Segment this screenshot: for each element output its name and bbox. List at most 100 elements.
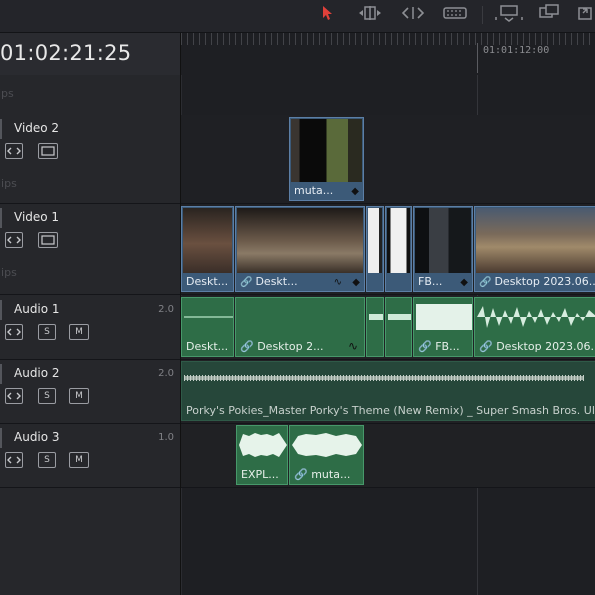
keyframe-diamond-icon: ◆	[351, 186, 359, 197]
link-icon: 🔗	[479, 340, 497, 353]
track-name[interactable]: Audio 1	[14, 302, 60, 316]
audio-clip[interactable]	[385, 297, 412, 357]
clip-thumbnail	[476, 208, 595, 273]
blade-icon[interactable]	[440, 0, 470, 26]
track-header-audio2[interactable]: Audio 2 2.0 S M	[0, 360, 180, 424]
track-marker	[0, 364, 2, 384]
clip-thumbnail	[291, 119, 362, 182]
audio-waveform	[369, 314, 383, 320]
trim-edit-icon[interactable]	[354, 0, 386, 26]
video-clip[interactable]	[385, 206, 412, 292]
track-header-video1[interactable]: Video 1 lips	[0, 204, 180, 295]
empty-track-label: lips	[0, 177, 17, 190]
track-header-audio1[interactable]: Audio 1 2.0 S M	[0, 296, 180, 360]
audio-clip[interactable]: 🔗 Desktop 2... ∿	[235, 297, 365, 357]
toolbar-divider	[482, 6, 483, 24]
clip-label: 🔗 muta...	[294, 468, 351, 481]
clip-label: 🔗 FB...	[418, 340, 460, 353]
video-clip[interactable]: 🔗 Deskt... ∿ ◆	[235, 206, 365, 292]
clip-label: 🔗 Desktop 2...	[240, 340, 324, 353]
dynamic-trim-icon[interactable]	[398, 0, 428, 26]
ruler-ticks	[181, 33, 595, 45]
audio-waveform	[184, 375, 584, 381]
track-level: 1.0	[158, 432, 174, 443]
video-clip[interactable]: Deskt...	[181, 206, 234, 292]
track-header-audio3[interactable]: Audio 3 1.0 S M	[0, 424, 180, 488]
audio-clip[interactable]	[366, 297, 384, 357]
video-clip[interactable]: muta... ◆	[289, 117, 364, 201]
track-name[interactable]: Audio 3	[14, 430, 60, 444]
track-lock-icon[interactable]	[5, 143, 23, 159]
track-lock-icon[interactable]	[5, 388, 23, 404]
track-lock-icon[interactable]	[5, 452, 23, 468]
empty-track-label: ips	[0, 87, 14, 100]
link-icon: 🔗	[240, 277, 253, 288]
empty-track-label: lips	[0, 266, 17, 279]
lane-video2[interactable]	[181, 115, 595, 204]
ruler-time-label: 01:01:12:00	[483, 45, 550, 56]
keyframe-diamond-icon: ◆	[460, 277, 468, 288]
track-name-row: Audio 3 1.0	[0, 424, 180, 452]
audio-clip[interactable]: 🔗 Desktop 2023.06...	[474, 297, 595, 357]
ruler-major-tick	[477, 43, 478, 73]
track-video-enable-icon[interactable]	[38, 143, 58, 159]
mute-button[interactable]: M	[69, 324, 89, 340]
track-name-row: Audio 2 2.0	[0, 360, 180, 388]
timecode-display[interactable]: 01:02:21:25	[0, 41, 131, 65]
replace-clip-icon[interactable]	[572, 0, 595, 26]
track-header-video2[interactable]: Video 2 lips	[0, 115, 180, 204]
timeline-toolbar	[0, 0, 595, 33]
mute-button[interactable]: M	[69, 388, 89, 404]
clip-thumbnail	[183, 208, 232, 273]
audio-clip[interactable]: 🔗 muta...	[289, 425, 364, 485]
clip-thumbnail	[237, 208, 363, 273]
track-name-row: Audio 1 2.0	[0, 296, 180, 324]
link-icon: 🔗	[240, 340, 258, 353]
insert-clip-icon[interactable]	[492, 0, 526, 26]
solo-button[interactable]: S	[38, 452, 56, 468]
audio-clip[interactable]: Porky's Pokies_Master Porky's Theme (New…	[181, 361, 595, 421]
link-icon: 🔗	[418, 340, 436, 353]
clip-label: 🔗 Deskt...	[240, 275, 298, 288]
timecode-panel: 01:02:21:25	[0, 33, 181, 75]
audio-clip[interactable]: Deskt...	[181, 297, 234, 357]
audio-waveform	[184, 316, 233, 318]
track-name-row: Video 2	[0, 115, 180, 143]
track-controls: S M	[0, 388, 180, 410]
clip-label: FB...	[418, 275, 443, 288]
timeline-ruler[interactable]: 01:01:12:00	[181, 33, 595, 76]
audio-clip[interactable]: 🔗 FB...	[413, 297, 473, 357]
audio-waveform	[388, 314, 411, 320]
video-clip[interactable]: FB... ◆	[413, 206, 473, 292]
track-controls	[0, 232, 180, 254]
clip-label: Deskt...	[186, 275, 229, 288]
track-marker	[0, 428, 2, 448]
audio-clip[interactable]: EXPL...	[236, 425, 288, 485]
track-lock-icon[interactable]	[5, 324, 23, 340]
clip-label: 🔗 Desktop 2023.06...	[479, 275, 595, 288]
track-name[interactable]: Video 2	[14, 121, 59, 135]
overwrite-clip-icon[interactable]	[536, 0, 562, 26]
audio-waveform	[292, 433, 362, 457]
video-clip[interactable]	[366, 206, 384, 292]
timeline-area[interactable]: muta... ◆ Deskt... 🔗 Deskt... ∿ ◆ FB... ◆…	[181, 75, 595, 595]
video-clip[interactable]: 🔗 Desktop 2023.06...	[474, 206, 595, 292]
curve-icon: ∿	[333, 277, 342, 288]
track-lock-icon[interactable]	[5, 232, 23, 248]
solo-button[interactable]: S	[38, 324, 56, 340]
mute-button[interactable]: M	[69, 452, 89, 468]
clip-label: muta...	[294, 184, 334, 197]
audio-waveform	[477, 306, 595, 328]
keyframe-diamond-icon: ◆	[352, 277, 360, 288]
track-name[interactable]: Audio 2	[14, 366, 60, 380]
track-video-enable-icon[interactable]	[38, 232, 58, 248]
select-pointer-icon[interactable]	[318, 0, 336, 26]
track-level: 2.0	[158, 368, 174, 379]
clip-thumbnail	[387, 208, 410, 273]
clip-thumbnail	[368, 208, 382, 273]
track-marker	[0, 300, 2, 320]
track-name[interactable]: Video 1	[14, 210, 59, 224]
solo-button[interactable]: S	[38, 388, 56, 404]
link-icon: 🔗	[479, 277, 492, 288]
curve-icon: ∿	[347, 339, 358, 353]
